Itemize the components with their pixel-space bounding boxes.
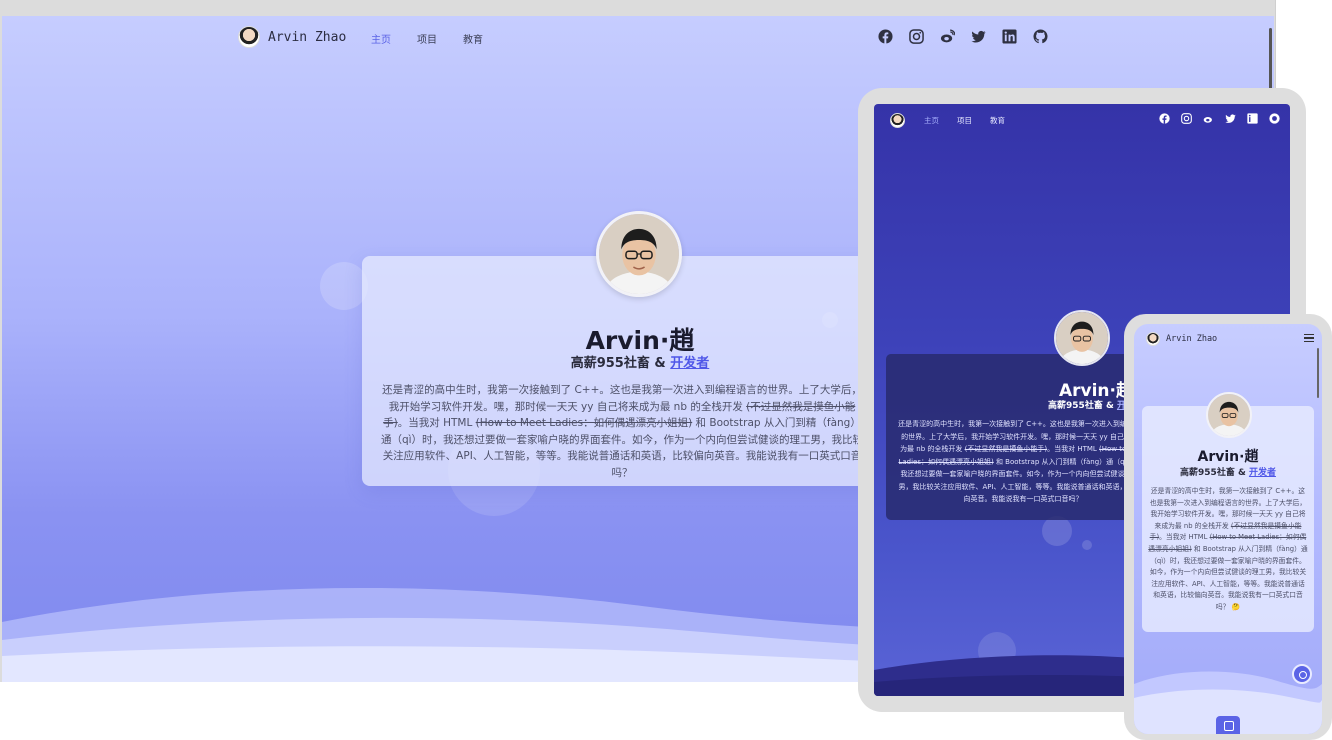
scrollbar[interactable] (1317, 348, 1319, 398)
tablet-navbar: 主页 项目 教育 (874, 104, 1290, 136)
profile-name: Arvin·趙 (1197, 449, 1259, 465)
instagram-icon[interactable] (1181, 113, 1192, 124)
facebook-icon[interactable] (1159, 113, 1170, 124)
social-links (878, 29, 1048, 44)
profile-bio: 还是青涩的高中生时，我第一次接触到了 C++。这也是我第一次进入到编程语言的世界… (898, 418, 1148, 506)
avatar-icon (1146, 332, 1160, 346)
portrait-icon (1056, 312, 1108, 364)
bio-strikethrough: (How to Meet Ladies：如何偶遇漂亮小姐姐) (475, 417, 693, 429)
nav-projects[interactable]: 项目 (417, 31, 437, 46)
profile-bio: 还是青涩的高中生时，我第一次接触到了 C++。这也是我第一次进入到编程语言的世界… (1148, 486, 1308, 614)
profile-photo (1206, 392, 1252, 438)
nav-home[interactable]: 主页 (371, 31, 391, 46)
avatar-icon[interactable] (890, 113, 905, 128)
bio-text: 和 Bootstrap 从入门到精（fàng）通（qì）时，我还想过要做一套家喻… (1149, 544, 1308, 611)
github-icon[interactable] (1269, 113, 1280, 124)
developer-link[interactable]: 开发者 (1249, 468, 1276, 478)
bio-text: 。当我对 HTML (397, 417, 476, 429)
developer-link[interactable]: 开发者 (670, 356, 709, 371)
nav-links: 主页 项目 教育 (371, 31, 483, 46)
device-mockup-showcase: Arvin Zhao 主页 项目 教育 Arvin·趙 高薪955社畜 & 开发… (0, 0, 1332, 740)
scrollbar[interactable] (1269, 28, 1272, 90)
portrait-icon (1208, 394, 1250, 436)
avatar-icon (238, 26, 260, 48)
settings-fab-icon[interactable] (1292, 664, 1312, 684)
decor-bubble (1042, 516, 1072, 546)
thinking-emoji-icon: 🤔 (1231, 602, 1241, 611)
nav-education[interactable]: 教育 (990, 115, 1005, 126)
nav-projects[interactable]: 项目 (957, 115, 972, 126)
phone-navbar: Arvin Zhao (1134, 324, 1322, 354)
social-links (1159, 113, 1280, 124)
profile-subtitle: 高薪955社畜 & 开发者 (362, 352, 918, 371)
twitter-icon[interactable] (971, 29, 986, 44)
subtitle-text: 高薪955社畜 & (1048, 401, 1117, 411)
profile-bio: 还是青涩的高中生时，我第一次接触到了 C++。这也是我第一次进入到编程语言的世界… (380, 382, 864, 481)
bio-text: 。当我对 HTML (1047, 445, 1100, 453)
facebook-icon[interactable] (878, 29, 893, 44)
nav-education[interactable]: 教育 (463, 31, 483, 46)
linkedin-icon[interactable] (1247, 113, 1258, 124)
brand-name: Arvin Zhao (1166, 334, 1218, 344)
nav-links: 主页 项目 教育 (924, 115, 1005, 126)
weibo-icon[interactable] (940, 29, 955, 44)
brand-name: Arvin Zhao (268, 29, 347, 45)
hamburger-menu-icon[interactable] (1304, 334, 1314, 342)
phone-screen: Arvin Zhao Arvin·趙 高薪955社畜 & 开发者 还是青涩的高中… (1134, 324, 1322, 734)
github-icon[interactable] (1033, 29, 1048, 44)
weibo-icon[interactable] (1203, 113, 1214, 124)
twitter-icon[interactable] (1225, 113, 1236, 124)
brand-logo[interactable]: Arvin Zhao (1146, 332, 1217, 346)
instagram-icon[interactable] (909, 29, 924, 44)
linkedin-icon[interactable] (1002, 29, 1017, 44)
nav-home[interactable]: 主页 (924, 115, 939, 126)
bio-text: 。当我对 HTML (1159, 533, 1210, 542)
top-navbar: Arvin Zhao 主页 项目 教育 (238, 26, 1048, 52)
subtitle-text: 高薪955社畜 & (570, 356, 671, 371)
profile-photo (596, 211, 682, 297)
subtitle-text: 高薪955社畜 & (1180, 468, 1249, 478)
portrait-icon (599, 214, 679, 294)
phone-frame: Arvin Zhao Arvin·趙 高薪955社畜 & 开发者 还是青涩的高中… (1124, 314, 1332, 740)
bottom-dock-icon[interactable] (1216, 716, 1240, 734)
brand-logo[interactable]: Arvin Zhao (238, 26, 346, 48)
decor-bubble (320, 262, 368, 310)
bio-strikethrough: (不过显然我是摸鱼小能手) (964, 445, 1048, 453)
decor-bubble (1082, 540, 1092, 550)
profile-subtitle: 高薪955社畜 & 开发者 (1142, 465, 1314, 478)
profile-photo (1054, 310, 1110, 366)
